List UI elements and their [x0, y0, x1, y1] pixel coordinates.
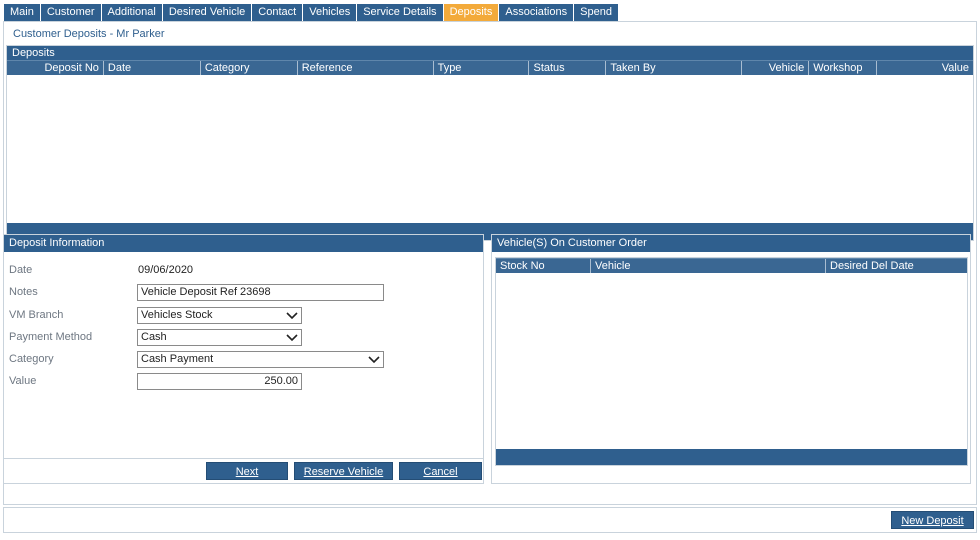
vehicles-on-order-grid: Stock No Vehicle Desired Del Date — [495, 257, 968, 466]
tab-main[interactable]: Main — [4, 4, 40, 21]
vm-branch-row: VM Branch Vehicles Stock — [4, 307, 483, 325]
tab-bar: Main Customer Additional Desired Vehicle… — [4, 4, 619, 21]
category-label: Category — [9, 353, 54, 365]
vehicles-on-order-panel: Vehicle(S) On Customer Order Stock No Ve… — [491, 234, 971, 484]
tab-associations[interactable]: Associations — [499, 4, 574, 21]
vehicles-grid-body[interactable] — [496, 273, 967, 449]
vm-branch-label: VM Branch — [9, 309, 64, 321]
next-button[interactable]: Next — [206, 462, 288, 480]
column-vehicle[interactable]: Vehicle — [742, 61, 810, 75]
column-taken-by[interactable]: Taken By — [606, 61, 743, 75]
deposits-grid: Deposits Deposit No Date Category Refere… — [6, 45, 974, 241]
chevron-down-icon — [286, 312, 298, 320]
tab-customer[interactable]: Customer — [40, 4, 101, 21]
tab-deposits[interactable]: Deposits — [443, 4, 499, 21]
column-reference[interactable]: Reference — [298, 61, 434, 75]
notes-row: Notes Vehicle Deposit Ref 23698 — [4, 284, 483, 302]
deposit-actions-bar: Next Reserve Vehicle Cancel — [4, 458, 483, 483]
date-value: 09/06/2020 — [138, 264, 194, 276]
chevron-down-icon — [368, 356, 380, 364]
page-title: Customer Deposits - Mr Parker — [13, 28, 165, 40]
tab-desired-vehicle[interactable]: Desired Vehicle — [162, 4, 252, 21]
date-label: Date — [9, 264, 33, 276]
column-stock-no[interactable]: Stock No — [496, 259, 591, 273]
column-status[interactable]: Status — [529, 61, 607, 75]
column-date[interactable]: Date — [104, 61, 201, 75]
notes-label: Notes — [9, 286, 38, 298]
vm-branch-select[interactable]: Vehicles Stock — [137, 307, 302, 324]
date-row: Date 09/06/2020 — [4, 262, 483, 280]
tab-spend[interactable]: Spend — [574, 4, 618, 21]
deposits-heading: Deposits — [7, 46, 973, 60]
value-input[interactable]: 250.00 — [137, 373, 302, 390]
deposits-grid-body[interactable] — [7, 75, 973, 223]
bottom-action-bar: New Deposit — [3, 507, 977, 533]
tab-vehicles[interactable]: Vehicles — [303, 4, 357, 21]
category-row: Category Cash Payment — [4, 351, 483, 369]
tab-additional[interactable]: Additional — [101, 4, 162, 21]
column-category[interactable]: Category — [201, 61, 298, 75]
chevron-down-icon — [286, 334, 298, 342]
payment-method-label: Payment Method — [9, 331, 93, 343]
notes-input[interactable]: Vehicle Deposit Ref 23698 — [137, 284, 384, 301]
vehicles-grid-footer — [496, 449, 967, 465]
column-vehicle[interactable]: Vehicle — [591, 259, 826, 273]
vehicles-grid-header: Stock No Vehicle Desired Del Date — [496, 258, 967, 273]
value-row: Value 250.00 — [4, 373, 483, 391]
column-type[interactable]: Type — [434, 61, 530, 75]
column-deposit-no[interactable]: Deposit No — [7, 61, 104, 75]
column-value[interactable]: Value — [877, 61, 973, 75]
category-select[interactable]: Cash Payment — [137, 351, 384, 368]
tab-contact[interactable]: Contact — [252, 4, 303, 21]
payment-method-select[interactable]: Cash — [137, 329, 302, 346]
new-deposit-button[interactable]: New Deposit — [891, 511, 974, 529]
tab-service-details[interactable]: Service Details — [357, 4, 443, 21]
deposit-information-heading: Deposit Information — [4, 235, 483, 252]
payment-method-row: Payment Method Cash — [4, 329, 483, 347]
category-value: Cash Payment — [141, 353, 214, 365]
vehicles-on-order-heading: Vehicle(S) On Customer Order — [492, 235, 970, 252]
reserve-vehicle-button[interactable]: Reserve Vehicle — [294, 462, 393, 480]
column-desired-del-date[interactable]: Desired Del Date — [826, 259, 967, 273]
column-workshop[interactable]: Workshop — [809, 61, 878, 75]
vm-branch-value: Vehicles Stock — [141, 309, 213, 321]
deposit-information-panel: Deposit Information Date 09/06/2020 Note… — [3, 234, 484, 484]
payment-method-value: Cash — [141, 331, 167, 343]
cancel-button[interactable]: Cancel — [399, 462, 482, 480]
deposits-grid-header: Deposit No Date Category Reference Type … — [7, 60, 973, 75]
value-label: Value — [9, 375, 37, 387]
